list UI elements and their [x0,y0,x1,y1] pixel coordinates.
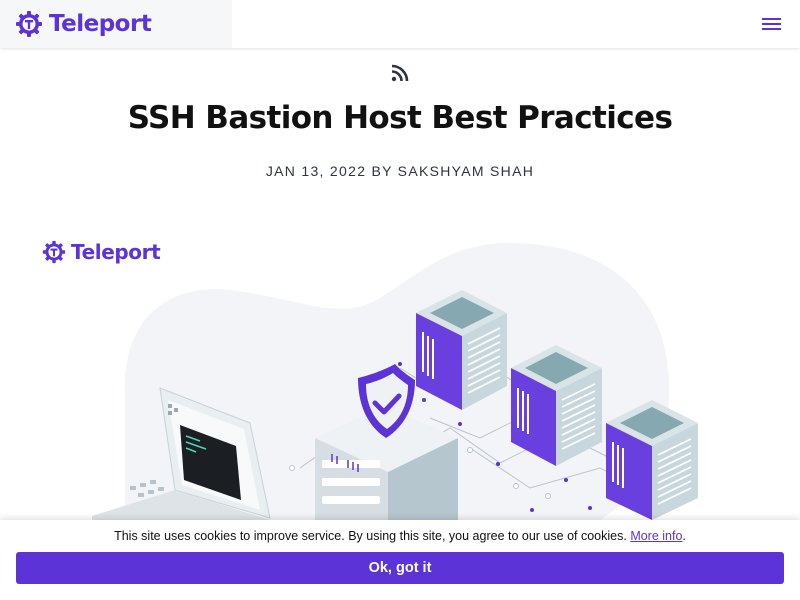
more-info-link[interactable]: More info [630,529,682,543]
accept-cookies-button[interactable]: Ok, got it [16,552,784,584]
hamburger-menu-icon [762,18,781,20]
menu-button[interactable] [762,15,782,33]
hero-image: Teleport [0,228,800,520]
logo-text: Teleport [49,11,152,37]
cookie-text: This site uses cookies to improve servic… [114,529,686,543]
teleport-logo-icon [16,11,42,37]
bastion-host-servers-illustration [92,243,698,520]
logo-link[interactable]: Teleport [0,0,232,48]
article-meta: JAN 13, 2022 BY SAKSHYAM SHAH [265,163,535,179]
cookie-banner: This site uses cookies to improve servic… [0,520,800,600]
page-title: SSH Bastion Host Best Practices [127,100,673,136]
rss-icon[interactable] [391,64,409,82]
cookie-message: This site uses cookies to improve servic… [114,529,627,543]
site-header: Teleport [0,0,800,48]
